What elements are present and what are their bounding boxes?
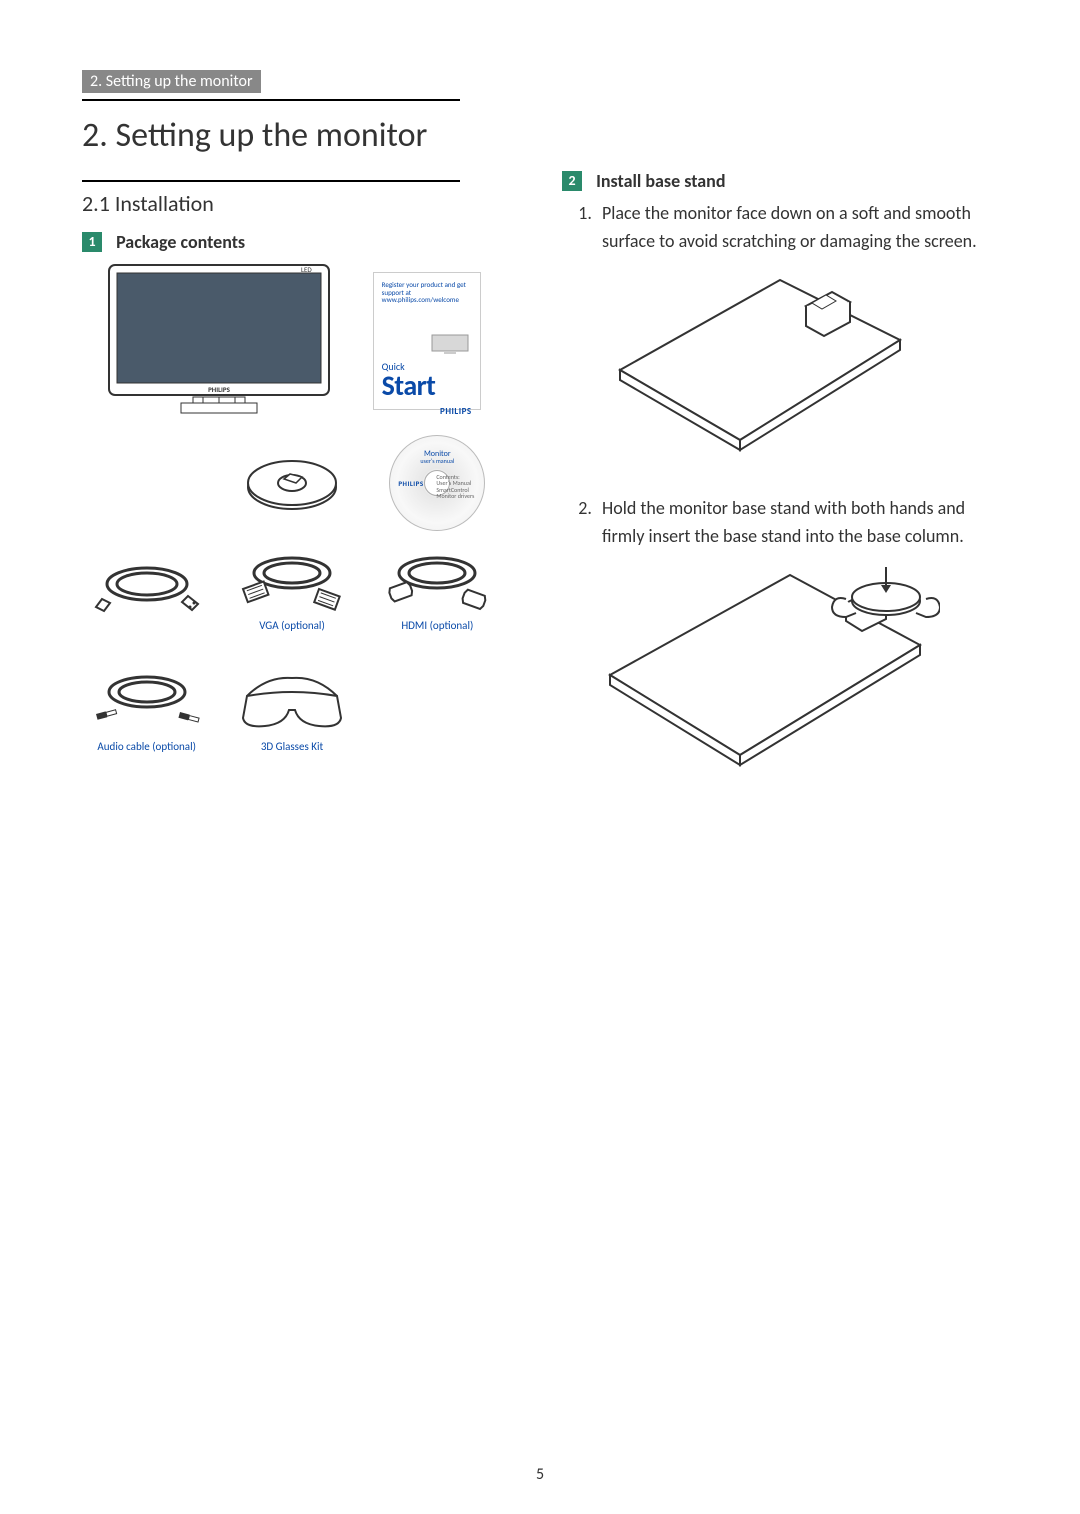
package-item-monitor: LED PHILIPS (82, 261, 357, 421)
package-item-cd: Monitor user's manual PHILIPS Contents: … (373, 435, 502, 531)
diagram-insert-base (600, 565, 982, 790)
right-column: 2 Install base stand Place the monitor f… (562, 170, 982, 810)
quickstart-start-label: Start (382, 373, 472, 398)
diagram-face-down (600, 270, 982, 475)
page-number: 5 (536, 1465, 544, 1484)
rule-top (82, 99, 460, 101)
quickstart-card: Register your product and get support at… (373, 272, 481, 410)
left-column: 2.1 Installation 1 Package contents LED … (82, 170, 502, 810)
cd-subtitle: user's manual (390, 458, 484, 464)
quickstart-register-text: Register your product and get support at (382, 281, 472, 296)
cd-icon: Monitor user's manual PHILIPS Contents: … (389, 435, 485, 531)
glasses-label: 3D Glasses Kit (227, 740, 356, 753)
audio-label: Audio cable (optional) (82, 740, 211, 753)
insert-base-icon (600, 565, 940, 785)
instruction-item: Hold the monitor base stand with both ha… (596, 495, 982, 551)
package-contents-grid: LED PHILIPS Register your product and ge… (82, 261, 502, 753)
step-number-badge: 1 (82, 232, 102, 252)
install-instructions-list-2: Hold the monitor base stand with both ha… (562, 495, 982, 551)
cd-side-text: Contents: User's Manual SmartControl Mon… (436, 474, 474, 500)
quickstart-url: www.philips.com/welcome (382, 296, 472, 304)
hdmi-cable-icon (382, 545, 492, 615)
running-header: 2. Setting up the monitor (82, 70, 261, 93)
philips-logo: PHILIPS (382, 406, 472, 417)
base-stand-icon (242, 443, 342, 523)
monitor-icon: LED PHILIPS (103, 261, 335, 421)
package-item-3d-glasses: 3D Glasses Kit (227, 666, 356, 753)
package-item-power-cable (82, 554, 211, 624)
vga-cable-icon (237, 545, 347, 615)
section-title: 2.1 Installation (82, 180, 460, 231)
package-item-hdmi-cable: HDMI (optional) (373, 545, 502, 632)
package-item-audio-cable: Audio cable (optional) (82, 666, 211, 753)
step-1-heading: 1 Package contents (82, 231, 502, 253)
step-number-badge: 2 (562, 171, 582, 191)
svg-text:LED: LED (301, 265, 312, 274)
step-2-heading: 2 Install base stand (562, 170, 982, 192)
svg-text:PHILIPS: PHILIPS (208, 385, 231, 394)
audio-cable-icon (92, 666, 202, 736)
package-item-vga-cable: VGA (optional) (227, 545, 356, 632)
hdmi-label: HDMI (optional) (373, 619, 502, 632)
cd-brand: PHILIPS (398, 479, 423, 488)
quickstart-monitor-mini-icon (430, 333, 470, 355)
package-item-quickstart: Register your product and get support at… (373, 272, 502, 410)
install-instructions-list: Place the monitor face down on a soft an… (562, 200, 982, 256)
chapter-title: 2. Setting up the monitor (82, 109, 460, 170)
glasses-icon (237, 666, 347, 736)
step-1-title: Package contents (116, 231, 245, 253)
vga-label: VGA (optional) (227, 619, 356, 632)
monitor-face-down-icon (600, 270, 920, 470)
step-2-title: Install base stand (596, 170, 725, 192)
power-cable-icon (92, 554, 202, 624)
package-item-base (227, 443, 356, 523)
instruction-item: Place the monitor face down on a soft an… (596, 200, 982, 256)
